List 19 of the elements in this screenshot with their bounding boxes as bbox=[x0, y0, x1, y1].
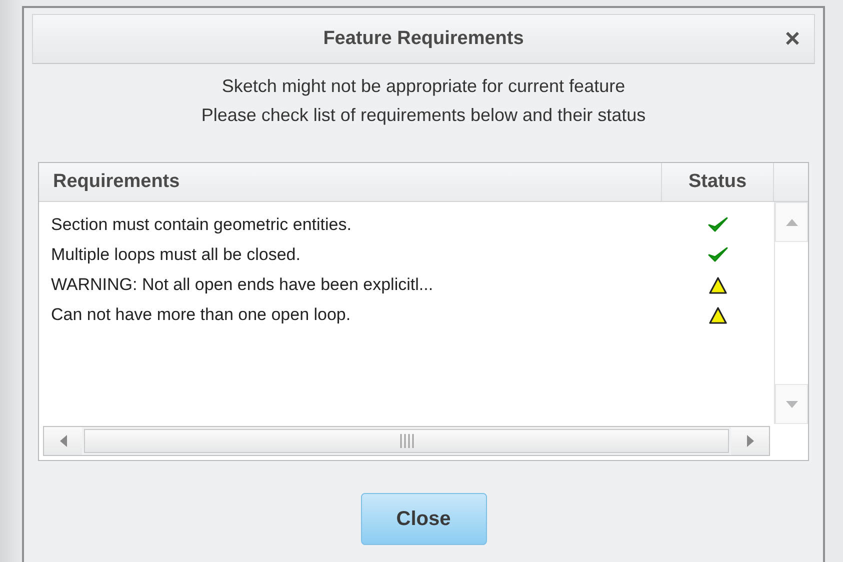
horizontal-scrollbar[interactable] bbox=[43, 426, 770, 456]
requirement-cell-text: Can not have more than one open loop. bbox=[50, 305, 352, 325]
grip-icon bbox=[400, 434, 414, 448]
close-button[interactable]: Close bbox=[360, 493, 486, 545]
requirement-cell-text: Section must contain geometric entities. bbox=[50, 215, 352, 235]
requirement-cell-text: Multiple loops must all be closed. bbox=[50, 245, 302, 265]
scroll-left-icon[interactable] bbox=[60, 435, 66, 447]
close-button[interactable]: × bbox=[784, 25, 800, 51]
requirement-cell-text: WARNING: Not all open ends have been explicitl... bbox=[50, 275, 434, 295]
column-header[interactable]: Status bbox=[662, 163, 774, 201]
scroll-right-icon[interactable] bbox=[746, 435, 754, 447]
scroll-down-icon[interactable] bbox=[786, 400, 798, 408]
message-text: Sketch might not be appropriate for current feature bbox=[222, 76, 626, 97]
scroll-up-icon[interactable] bbox=[786, 218, 798, 226]
message-text: Please check list of requirements below and their status bbox=[201, 105, 646, 126]
column-header[interactable]: Requirements bbox=[39, 163, 662, 201]
window-title: Feature Requirements bbox=[323, 28, 524, 50]
scroll-thumb[interactable] bbox=[84, 429, 729, 453]
vertical-scrollbar[interactable] bbox=[774, 202, 808, 424]
